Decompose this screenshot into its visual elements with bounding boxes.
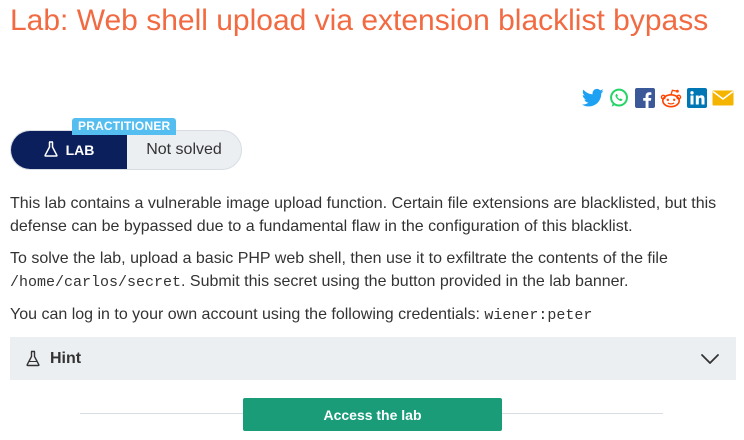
flask-icon xyxy=(43,140,58,160)
p2-text-before: To solve the lab, upload a basic PHP web… xyxy=(10,250,668,267)
linkedin-icon[interactable] xyxy=(686,87,708,109)
page-title: Lab: Web shell upload via extension blac… xyxy=(10,4,709,37)
p3-text: You can log in to your own account using… xyxy=(10,306,480,323)
description-paragraph-1: This lab contains a vulnerable image upl… xyxy=(10,195,717,235)
chevron-down-icon[interactable] xyxy=(700,349,720,369)
lab-type: LAB xyxy=(11,131,127,169)
facebook-icon[interactable] xyxy=(634,87,656,109)
p2-text-after: . Submit this secret using the button pr… xyxy=(181,273,629,290)
access-lab-button[interactable]: Access the lab xyxy=(243,398,502,431)
lab-status-badge: PRACTITIONER LAB Not solved xyxy=(10,118,242,170)
secret-file-path: /home/carlos/secret xyxy=(10,274,182,291)
share-bar xyxy=(582,87,734,109)
lab-pill: LAB Not solved xyxy=(10,130,242,170)
description-paragraph-3: You can log in to your own account using… xyxy=(10,303,734,327)
reddit-icon[interactable] xyxy=(660,87,682,109)
whatsapp-icon[interactable] xyxy=(608,87,630,109)
email-icon[interactable] xyxy=(712,87,734,109)
flask-icon xyxy=(26,350,44,368)
lab-status: Not solved xyxy=(146,141,222,158)
level-tag: PRACTITIONER xyxy=(72,118,177,135)
hint-toggle[interactable]: Hint xyxy=(10,337,736,380)
description-paragraph-2: To solve the lab, upload a basic PHP web… xyxy=(10,247,734,294)
twitter-icon[interactable] xyxy=(582,87,604,109)
lab-type-label: LAB xyxy=(65,142,95,158)
credentials: wiener:peter xyxy=(484,307,593,324)
lab-page: Lab: Web shell upload via extension blac… xyxy=(0,0,744,440)
hint-label: Hint xyxy=(50,349,82,367)
